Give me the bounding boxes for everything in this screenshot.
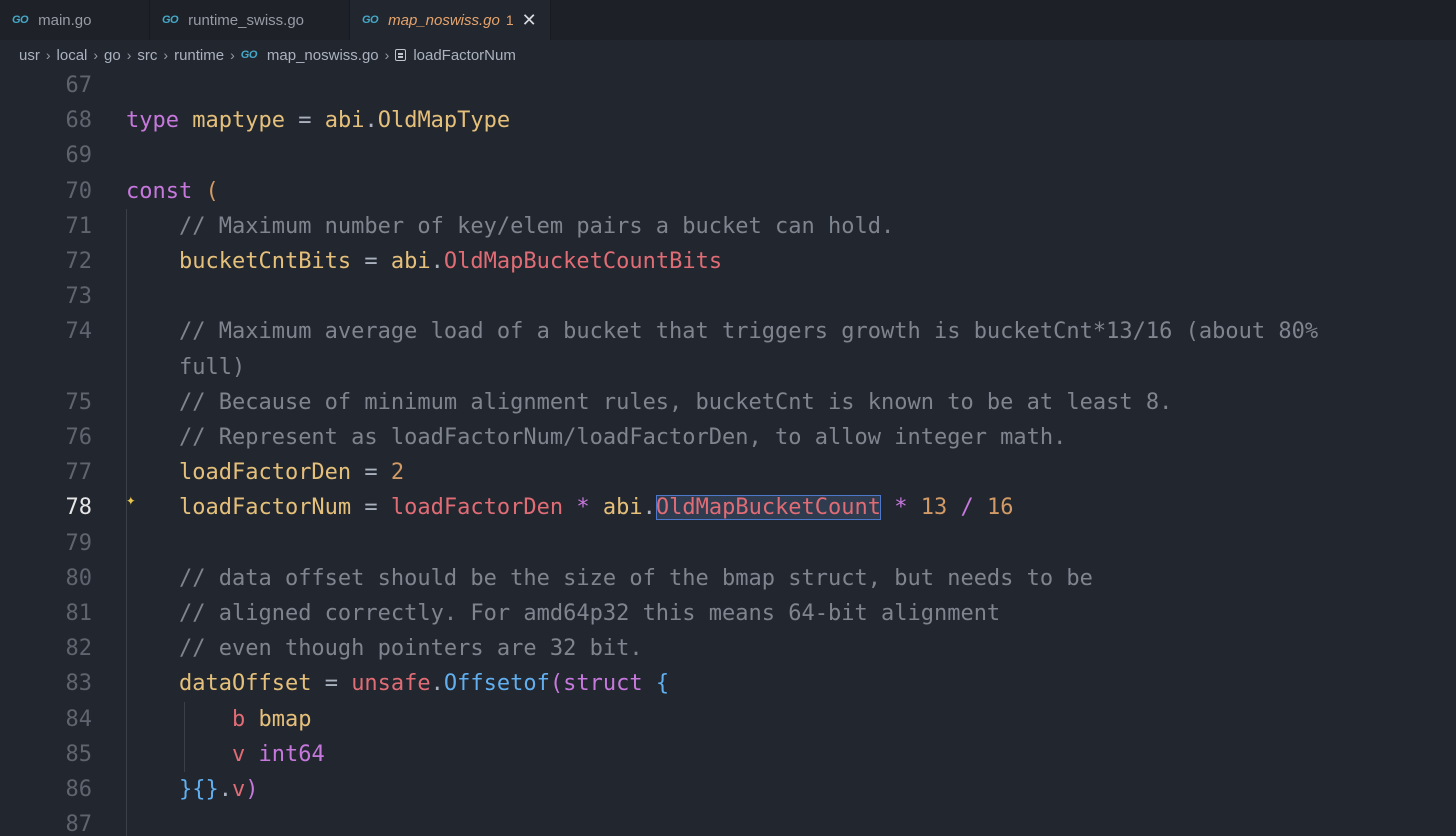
code-line[interactable]: 72 bucketCntBits = abi.OldMapBucketCount…: [0, 244, 1456, 279]
tab-map-noswiss-go[interactable]: GO map_noswiss.go 1 ✕: [350, 0, 551, 40]
go-file-icon: GO: [162, 14, 179, 26]
tab-label: map_noswiss.go: [388, 11, 500, 29]
chevron-right-icon: ›: [93, 47, 99, 63]
code-line[interactable]: 81 // aligned correctly. For amd64p32 th…: [0, 596, 1456, 631]
selected-token[interactable]: OldMapBucketCount: [655, 495, 882, 521]
code-text: full): [126, 354, 246, 380]
breadcrumb-file[interactable]: map_noswiss.go: [267, 47, 379, 64]
code-text: // data offset should be the size of the…: [178, 565, 1093, 591]
line-number: 84: [65, 706, 93, 732]
line-number: 86: [65, 777, 93, 802]
line-number: 68: [65, 108, 93, 134]
close-icon[interactable]: ✕: [522, 11, 537, 29]
code-line[interactable]: 84 b bmap: [0, 702, 1456, 737]
line-number: 73: [65, 284, 93, 310]
indent-guide: [126, 208, 127, 836]
chevron-right-icon: ›: [230, 47, 235, 63]
code-line[interactable]: 75 // Because of minimum alignment rules…: [0, 385, 1456, 420]
code-line[interactable]: 80 // data offset should be the size of …: [0, 561, 1456, 596]
code-line[interactable]: 69: [0, 138, 1456, 173]
code-line[interactable]: 79: [0, 526, 1456, 561]
code-text: const (: [126, 178, 219, 204]
indent-guide: [184, 701, 185, 772]
line-number: 82: [65, 636, 93, 662]
code-text: // Maximum number of key/elem pairs a bu…: [178, 213, 895, 239]
line-number: 74: [65, 319, 93, 345]
line-number: 85: [65, 741, 93, 767]
chevron-right-icon: ›: [163, 47, 169, 63]
code-line[interactable]: 78 loadFactorNum = loadFactorDen * abi.O…: [0, 490, 1456, 525]
chevron-right-icon: ›: [384, 47, 390, 63]
chevron-right-icon: ›: [45, 47, 51, 63]
go-file-icon: GO: [362, 14, 379, 26]
code-text: b bmap: [231, 706, 312, 732]
code-line[interactable]: 76 // Represent as loadFactorNum/loadFac…: [0, 420, 1456, 455]
code-text: // aligned correctly. For amd64p32 this …: [178, 601, 1001, 626]
breadcrumb: usr › local › go › src › runtime › GO ma…: [0, 41, 1456, 69]
code-line[interactable]: full): [0, 350, 1456, 385]
code-line[interactable]: 70 const (: [0, 174, 1456, 209]
line-number: 71: [65, 213, 93, 239]
code-line[interactable]: 68 type maptype = abi.OldMapType: [0, 103, 1456, 138]
chevron-right-icon: ›: [126, 47, 132, 63]
tab-label: main.go: [38, 11, 92, 29]
code-line[interactable]: 77 loadFactorDen = 2: [0, 455, 1456, 490]
line-number: 72: [65, 249, 93, 274]
code-line[interactable]: 74 // Maximum average load of a bucket t…: [0, 314, 1456, 349]
code-line[interactable]: 87: [0, 807, 1456, 836]
breadcrumb-item[interactable]: src: [137, 47, 157, 64]
breadcrumb-item[interactable]: local: [57, 47, 88, 64]
breadcrumb-item[interactable]: usr: [19, 47, 40, 64]
code-text: // even though pointers are 32 bit.: [178, 636, 643, 662]
line-number: 69: [65, 143, 93, 169]
line-number: 78: [65, 495, 93, 521]
breadcrumb-item[interactable]: runtime: [174, 47, 224, 64]
code-text: type maptype = abi.OldMapType: [126, 108, 511, 134]
problem-count-badge: 1: [505, 12, 514, 28]
tab-main-go[interactable]: GO main.go: [0, 0, 150, 40]
line-number: 81: [65, 601, 93, 626]
tab-label: runtime_swiss.go: [188, 11, 305, 29]
line-number: 70: [65, 178, 93, 204]
line-number: 67: [65, 73, 93, 98]
sparkle-icon[interactable]: ✦: [126, 482, 136, 517]
code-line[interactable]: 85 v int64: [0, 737, 1456, 772]
line-number: 75: [65, 389, 93, 415]
go-file-icon: GO: [240, 49, 258, 61]
tab-runtime-swiss-go[interactable]: GO runtime_swiss.go: [150, 0, 350, 40]
line-number: 87: [65, 812, 93, 836]
go-file-icon: GO: [12, 14, 29, 26]
tab-bar: GO main.go GO runtime_swiss.go GO map_no…: [0, 0, 1456, 40]
breadcrumb-item[interactable]: go: [104, 47, 121, 64]
code-text: }{}.v): [178, 777, 259, 802]
code-line[interactable]: 73: [0, 279, 1456, 314]
code-text: bucketCntBits = abi.OldMapBucketCountBit…: [178, 249, 723, 274]
code-line[interactable]: 82 // even though pointers are 32 bit.: [0, 631, 1456, 666]
line-number: 76: [65, 425, 93, 450]
code-text: // Represent as loadFactorNum/loadFactor…: [178, 425, 1067, 450]
code-text: // Because of minimum alignment rules, b…: [178, 389, 1173, 415]
code-line[interactable]: 67: [0, 69, 1456, 103]
line-number: 83: [65, 671, 93, 697]
code-text: v int64: [231, 741, 325, 767]
line-number: 79: [65, 530, 93, 556]
code-text: loadFactorDen = 2: [178, 460, 405, 486]
symbol-constant-icon: [395, 49, 407, 61]
line-number: 77: [65, 460, 93, 486]
line-number: 80: [65, 565, 93, 591]
code-line[interactable]: 86 }{}.v): [0, 772, 1456, 807]
code-line[interactable]: 83 dataOffset = unsafe.Offsetof(struct {: [0, 666, 1456, 701]
code-text: // Maximum average load of a bucket that…: [178, 319, 1319, 345]
code-text: dataOffset = unsafe.Offsetof(struct {: [178, 671, 670, 697]
breadcrumb-symbol[interactable]: loadFactorNum: [413, 47, 516, 64]
code-text: loadFactorNum = loadFactorDen * abi.OldM…: [178, 495, 1014, 521]
code-editor[interactable]: 67 68 type maptype = abi.OldMapType 69 70 con…: [0, 69, 1456, 836]
code-line[interactable]: 71 // Maximum number of key/elem pairs a…: [0, 209, 1456, 244]
